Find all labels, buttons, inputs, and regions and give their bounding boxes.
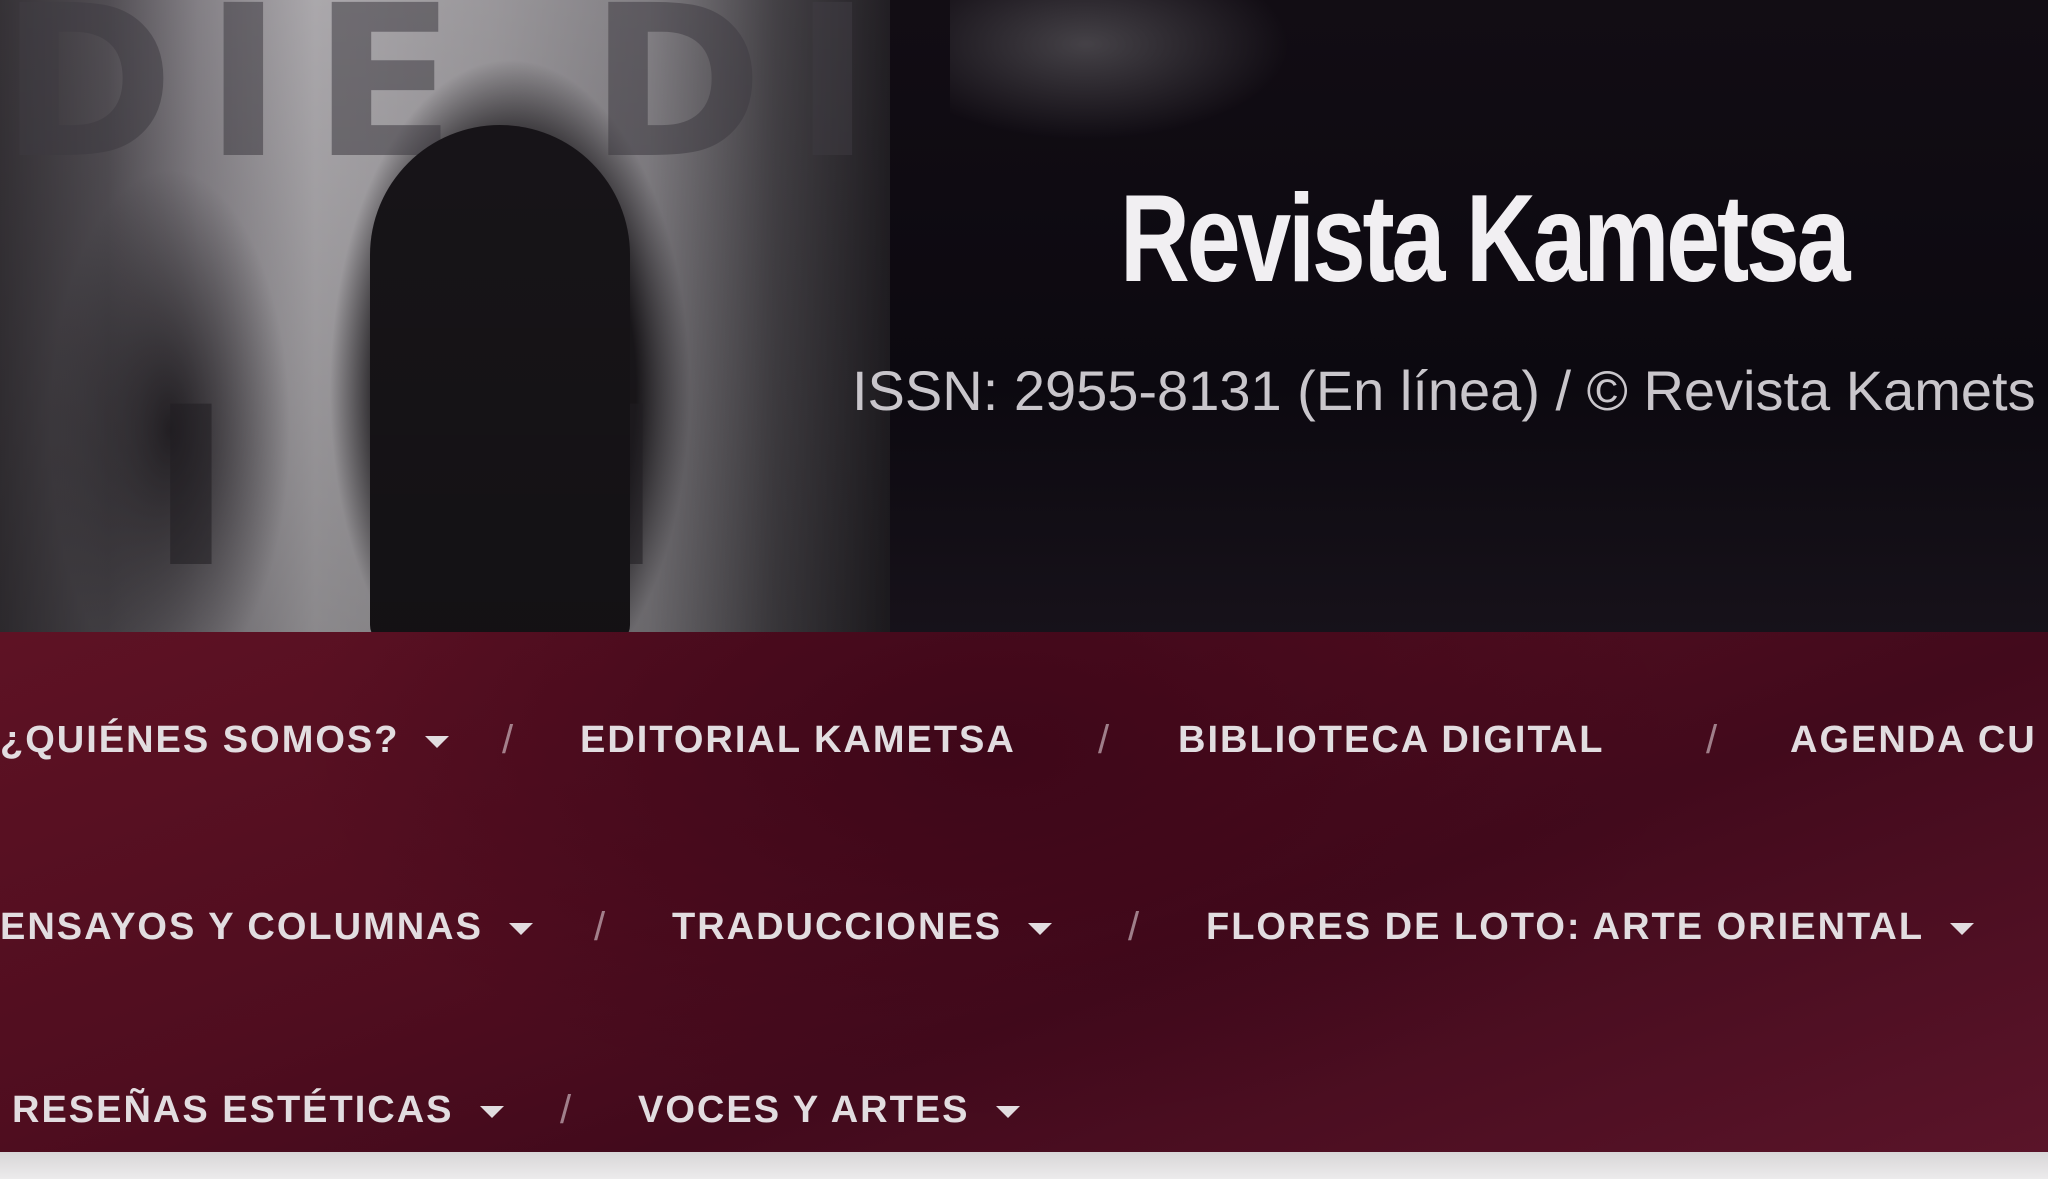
- nav-item-label: EDITORIAL KAMETSA: [580, 719, 1016, 761]
- nav-item-biblioteca-digital[interactable]: BIBLIOTECA DIGITAL: [1178, 710, 1605, 770]
- nav-item-label: ENSAYOS Y COLUMNAS: [0, 906, 483, 948]
- photo-background-lettering: I DI: [150, 360, 693, 616]
- caret-down-icon: [1028, 922, 1053, 935]
- caret-down-icon: [479, 1105, 504, 1118]
- nav-separator: /: [1098, 718, 1112, 762]
- photo-silhouette: [370, 125, 630, 640]
- nav-separator: /: [560, 1088, 574, 1132]
- nav-item-label: TRADUCCIONES: [672, 906, 1003, 948]
- nav-item-label: VOCES Y ARTES: [638, 1089, 970, 1131]
- nav-item-traducciones[interactable]: TRADUCCIONES: [672, 897, 1053, 957]
- site-title[interactable]: Revista Kametsa: [1120, 168, 1851, 310]
- nav-item-quienes-somos[interactable]: ¿QUIÉNES SOMOS?: [0, 710, 450, 770]
- main-navigation: ¿QUIÉNES SOMOS? / EDITORIAL KAMETSA / BI…: [0, 632, 2048, 1152]
- banner-photo: DIE DIE I DI: [0, 0, 1045, 640]
- site-subtitle: ISSN: 2955-8131 (En línea) / © Revista K…: [852, 359, 2036, 422]
- banner-dark-panel: [890, 0, 2048, 640]
- caret-down-icon: [1950, 922, 1975, 935]
- nav-item-resenas-esteticas[interactable]: RESEÑAS ESTÉTICAS: [12, 1080, 504, 1140]
- nav-item-label: RESEÑAS ESTÉTICAS: [12, 1089, 454, 1131]
- nav-separator: /: [594, 905, 608, 949]
- caret-down-icon: [425, 735, 450, 748]
- nav-item-ensayos-y-columnas[interactable]: ENSAYOS Y COLUMNAS: [0, 897, 533, 957]
- nav-separator: /: [1706, 718, 1720, 762]
- nav-item-label: BIBLIOTECA DIGITAL: [1178, 719, 1605, 761]
- header-banner: DIE DIE I DI Revista Kametsa ISSN: 2955-…: [0, 0, 2048, 640]
- page: DIE DIE I DI Revista Kametsa ISSN: 2955-…: [0, 0, 2048, 1179]
- nav-separator: /: [502, 718, 516, 762]
- caret-down-icon: [995, 1105, 1020, 1118]
- nav-item-voces-y-artes[interactable]: VOCES Y ARTES: [638, 1080, 1020, 1140]
- nav-item-label: ¿QUIÉNES SOMOS?: [0, 719, 400, 761]
- nav-item-agenda[interactable]: AGENDA CU: [1790, 710, 2037, 770]
- nav-item-editorial-kametsa[interactable]: EDITORIAL KAMETSA: [580, 710, 1016, 770]
- caret-down-icon: [508, 922, 533, 935]
- nav-item-flores-de-loto[interactable]: FLORES DE LOTO: ARTE ORIENTAL: [1206, 897, 1975, 957]
- nav-separator: /: [1128, 905, 1142, 949]
- nav-item-label: FLORES DE LOTO: ARTE ORIENTAL: [1206, 906, 1925, 948]
- nav-item-label: AGENDA CU: [1790, 719, 2037, 761]
- content-area-edge: [0, 1152, 2048, 1179]
